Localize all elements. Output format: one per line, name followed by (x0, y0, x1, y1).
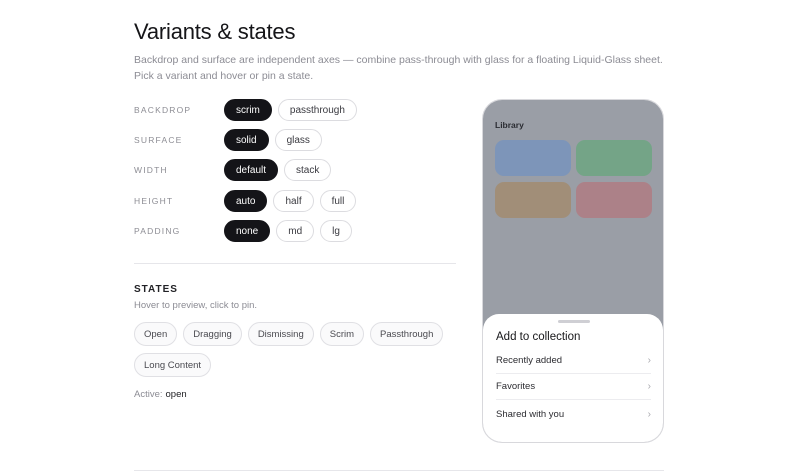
state-chip-dragging[interactable]: Dragging (183, 322, 242, 346)
padding-md-pill[interactable]: md (276, 220, 315, 242)
sheet-item-label: Recently added (496, 355, 563, 366)
sheet-item-shared-with-you[interactable]: Shared with you › (496, 401, 651, 427)
phone-preview: Library Add to collection Recently added… (482, 99, 664, 443)
surface-solid-pill[interactable]: solid (224, 129, 269, 151)
padding-none-pill[interactable]: none (224, 220, 271, 242)
sheet-item-favorites[interactable]: Favorites › (496, 374, 651, 400)
width-stack-pill[interactable]: stack (284, 159, 332, 181)
states-hint: Hover to preview, click to pin. (134, 300, 258, 311)
backdrop-passthrough-pill[interactable]: passthrough (277, 99, 357, 121)
sheet-grabber-handle[interactable] (558, 320, 590, 323)
active-state-label: Active: (134, 389, 163, 400)
row-label: SURFACE (134, 135, 183, 145)
state-chip-long-content[interactable]: Long Content (134, 353, 212, 377)
width-default-pill[interactable]: default (224, 159, 279, 181)
section-divider (134, 263, 456, 264)
state-chip-scrim[interactable]: Scrim (319, 322, 365, 346)
row-label: PADDING (134, 226, 181, 236)
row-label: BACKDROP (134, 105, 192, 115)
state-chips: Open Dragging Dismissing Scrim Passthrou… (134, 322, 454, 377)
state-chip-dismissing[interactable]: Dismissing (247, 322, 314, 346)
library-tile (576, 140, 652, 176)
state-chip-open[interactable]: Open (134, 322, 178, 346)
height-auto-pill[interactable]: auto (224, 190, 268, 212)
library-tile (495, 140, 571, 176)
variant-row-height: HEIGHT auto half full (134, 189, 362, 213)
row-label: HEIGHT (134, 196, 174, 206)
variant-row-width: WIDTH default stack (134, 158, 337, 182)
state-chip-passthrough[interactable]: Passthrough (370, 322, 444, 346)
page-description: Backdrop and surface are independent axe… (134, 54, 663, 82)
library-tile (495, 182, 571, 218)
bottom-sheet[interactable]: Add to collection Recently added › Favor… (483, 314, 663, 442)
backdrop-scrim-pill[interactable]: scrim (224, 99, 272, 121)
height-half-pill[interactable]: half (273, 190, 314, 212)
padding-lg-pill[interactable]: lg (320, 220, 352, 242)
sheet-item-recently-added[interactable]: Recently added › (496, 348, 651, 374)
variant-row-padding: PADDING none md lg (134, 219, 358, 243)
library-tile (576, 182, 652, 218)
bottom-divider (134, 470, 664, 471)
variant-row-backdrop: BACKDROP scrim passthrough (134, 98, 363, 122)
surface-glass-pill[interactable]: glass (274, 129, 322, 151)
active-state-value: open (165, 389, 187, 400)
chevron-right-icon: › (647, 408, 651, 420)
sheet-title: Add to collection (496, 331, 581, 343)
chevron-right-icon: › (647, 381, 651, 392)
states-title: STATES (134, 284, 178, 295)
chevron-right-icon: › (647, 355, 651, 366)
sheet-item-label: Favorites (496, 381, 536, 392)
screen-title: Library (495, 120, 524, 130)
row-label: WIDTH (134, 165, 168, 175)
sheet-item-label: Shared with you (496, 408, 565, 420)
page-title: Variants & states (134, 19, 296, 44)
active-state-line: Active: open (134, 389, 187, 400)
variant-row-surface: SURFACE solid glass (134, 128, 328, 152)
height-full-pill[interactable]: full (319, 190, 357, 212)
